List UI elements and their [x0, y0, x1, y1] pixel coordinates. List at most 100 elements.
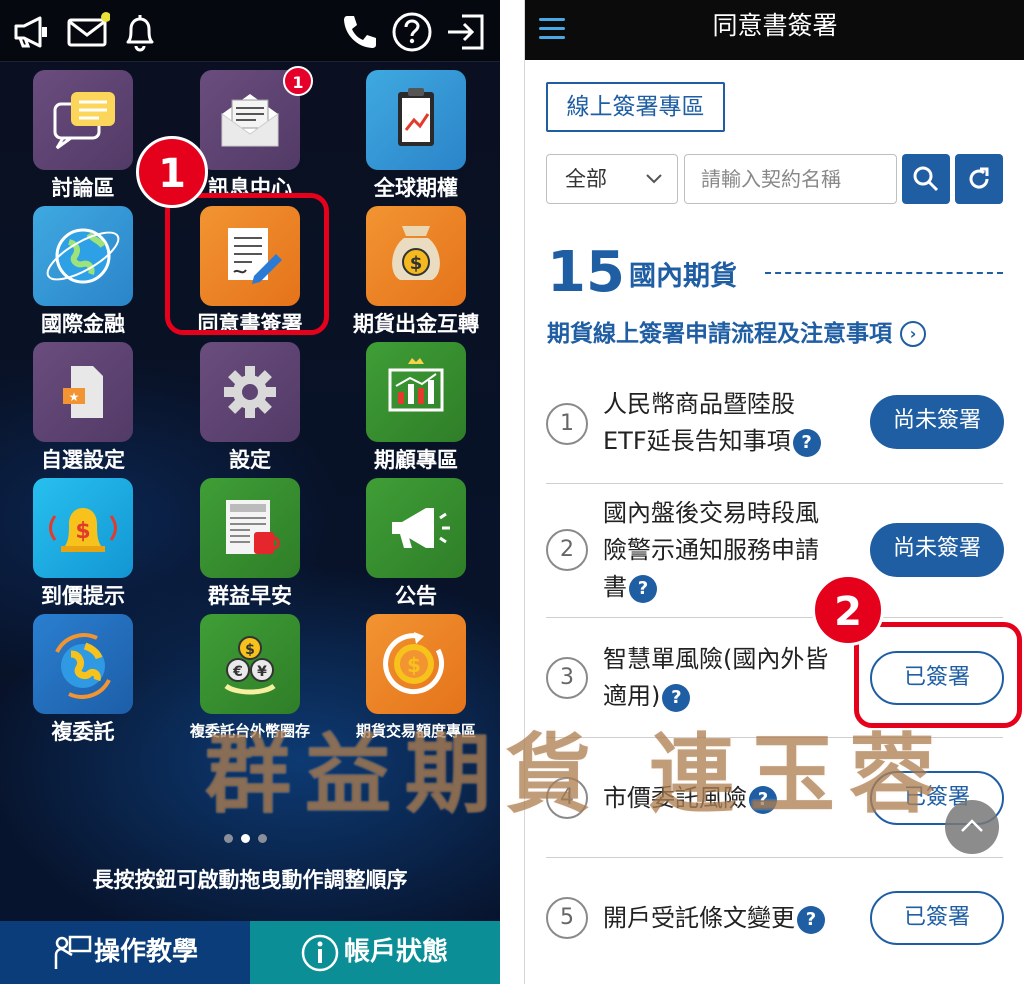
mail-icon[interactable] [66, 10, 111, 54]
tutorial-label: 操作教學 [94, 937, 199, 967]
search-button[interactable] [902, 154, 950, 204]
row-number: 2 [546, 529, 588, 571]
app-label: 設定 [229, 448, 271, 472]
app-discussion[interactable]: 討論區 [8, 64, 158, 200]
app-announcement[interactable]: 公告 [341, 472, 491, 608]
contract-name: 人民幣商品暨陸股 ETF延長告知事項? [603, 386, 861, 460]
section-count: 15 [547, 240, 625, 305]
contract-name-line: 險警示通知服務申請 [603, 536, 819, 564]
contract-name-line-2: ETF延長告知事項? [603, 423, 861, 460]
phone-icon[interactable] [338, 10, 382, 54]
app-re-delegation[interactable]: 複委託 [8, 608, 158, 744]
contract-name-line: 國內盤後交易時段風 [603, 499, 819, 527]
app-price-alert[interactable]: $ 到價提示 [8, 472, 158, 608]
app-futures-transfer[interactable]: $ 期貨出金互轉 [341, 200, 491, 336]
contract-name-text: 開戶受託條文變更 [603, 904, 795, 932]
contract-name-line: 人民幣商品暨陸股 [603, 390, 795, 418]
contract-row: 1 人民幣商品暨陸股 ETF延長告知事項? 尚未簽署 [546, 366, 1004, 484]
account-status-button[interactable]: 帳戶狀態 [250, 921, 500, 984]
app-label: 國際金融 [41, 312, 125, 336]
category-select-value: 全部 [565, 167, 607, 191]
chat-bubbles-icon [33, 70, 133, 170]
app-settings[interactable]: 設定 [175, 336, 325, 472]
header-bar: 同意書簽署 [525, 0, 1024, 60]
section-title: 國內期貨 [629, 261, 737, 292]
chevron-down-icon [646, 174, 662, 184]
app-label: 到價提示 [41, 584, 125, 608]
chevron-up-icon [961, 819, 983, 832]
page-indicator[interactable] [224, 828, 284, 843]
divider [500, 0, 524, 984]
svg-text:¥: ¥ [257, 664, 267, 680]
section-divider [765, 272, 1003, 274]
help-icon[interactable]: ? [797, 906, 825, 934]
megaphone-icon[interactable] [10, 10, 54, 54]
currency-coins-icon: $ € ¥ [200, 614, 300, 714]
row-number: 5 [546, 897, 588, 939]
app-morning-news[interactable]: 群益早安 [175, 472, 325, 608]
left-phone-screen: 討論區 1 訊息中心 全球期權 國際金融 同意書簽署 $ 期貨出金互轉 ★ 自選… [0, 0, 500, 984]
svg-text:$: $ [410, 253, 423, 274]
contract-search-input[interactable]: 請輸入契約名稱 [684, 154, 897, 204]
star-document-icon: ★ [33, 342, 133, 442]
page-dot[interactable] [224, 834, 233, 843]
app-label: 自選設定 [41, 448, 125, 472]
help-icon[interactable]: ? [792, 429, 821, 457]
app-global-options[interactable]: 全球期權 [341, 64, 491, 200]
app-label: 期貨出金互轉 [353, 312, 479, 336]
bell-icon[interactable] [118, 10, 162, 54]
help-icon[interactable]: ? [629, 575, 657, 603]
info-icon [301, 934, 339, 972]
logout-icon[interactable] [444, 10, 488, 54]
app-label: 期顧專區 [374, 448, 458, 472]
refresh-icon [969, 167, 989, 189]
app-advisory-zone[interactable]: 期顧專區 [341, 336, 491, 472]
newspaper-icon [200, 478, 300, 578]
search-icon [913, 166, 939, 192]
svg-text:$: $ [245, 642, 255, 658]
row-number: 3 [546, 657, 588, 699]
row-number: 1 [546, 403, 588, 445]
watermark-text: 群益期貨 連玉蓉 [205, 725, 949, 825]
svg-text:$: $ [75, 519, 90, 544]
online-sign-zone-button[interactable]: 線上簽署專區 [546, 82, 725, 132]
process-notes-link[interactable]: 期貨線上簽署申請流程及注意事項 › [547, 314, 926, 348]
refresh-button[interactable] [955, 154, 1003, 204]
globe-icon [33, 206, 133, 306]
app-label: 全球期權 [374, 176, 458, 200]
app-intl-finance[interactable]: 國際金融 [8, 200, 158, 336]
svg-text:€: € [232, 664, 243, 680]
alarm-bell-icon: $ [33, 478, 133, 578]
callout-step-2: 2 [812, 574, 884, 646]
svg-text:$: $ [407, 653, 421, 677]
process-notes-label: 期貨線上簽署申請流程及注意事項 [547, 321, 892, 347]
page-dot[interactable] [258, 834, 267, 843]
tutorial-button[interactable]: 操作教學 [0, 921, 250, 984]
globe-arrows-icon [33, 614, 133, 714]
contract-row: 2 國內盤後交易時段風 險警示通知服務申請 書? 尚未簽署 [546, 484, 1004, 618]
top-toolbar [0, 0, 500, 62]
app-label: 公告 [395, 584, 437, 608]
category-select[interactable]: 全部 [546, 154, 678, 204]
highlight-box-consent [165, 193, 329, 335]
contract-name-text: ETF延長告知事項 [603, 427, 791, 455]
contract-name-line: 智慧單風險(國內外皆 [603, 645, 829, 673]
status-button-unsigned[interactable]: 尚未簽署 [870, 523, 1004, 577]
status-button-unsigned[interactable]: 尚未簽署 [870, 395, 1004, 449]
unread-badge: 1 [283, 66, 313, 96]
right-phone-screen: 同意書簽署 線上簽署專區 全部 請輸入契約名稱 15 國內期貨 期貨線上簽署申請… [524, 0, 1024, 984]
help-icon[interactable] [390, 10, 434, 54]
clipboard-chart-icon [366, 70, 466, 170]
megaphone-tile-icon [366, 478, 466, 578]
crown-board-icon [366, 342, 466, 442]
bottom-bar: 操作教學 帳戶狀態 [0, 921, 500, 984]
contract-name-text: 書 [603, 573, 627, 601]
page-dot-active[interactable] [241, 834, 250, 843]
callout-step-1: 1 [136, 136, 208, 208]
scroll-to-top-button[interactable] [945, 800, 999, 854]
contract-row: 5 開戶受託條文變更? 已簽署 [546, 858, 1004, 984]
status-button-signed[interactable]: 已簽署 [870, 891, 1004, 945]
app-label: 群益早安 [208, 584, 292, 608]
account-status-label: 帳戶狀態 [344, 937, 449, 967]
app-custom-settings[interactable]: ★ 自選設定 [8, 336, 158, 472]
